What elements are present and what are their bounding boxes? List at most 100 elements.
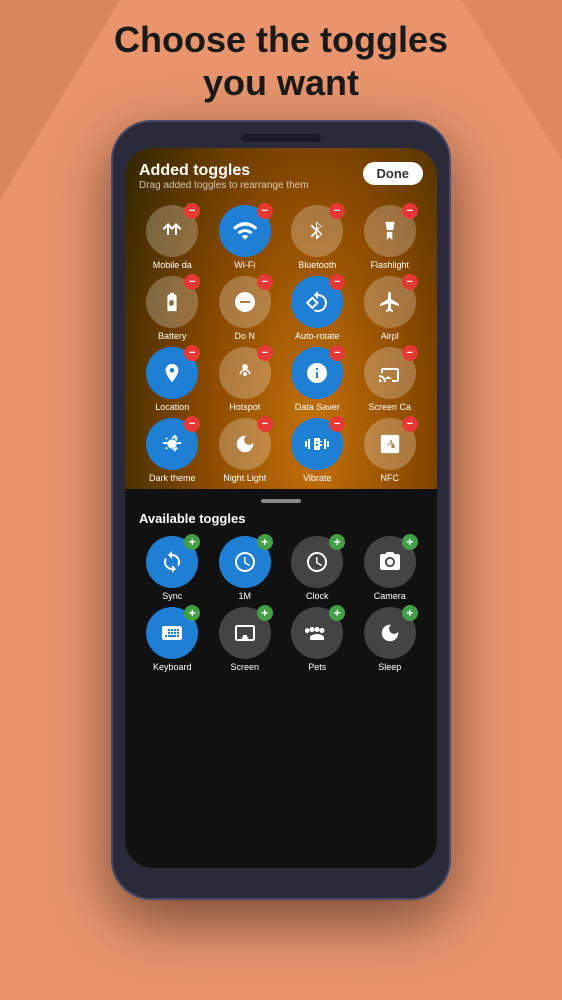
avail-screen[interactable]: + Screen	[212, 607, 279, 672]
toggle-label-hotspot: Hotspot	[229, 402, 260, 412]
minus-badge: −	[184, 345, 200, 361]
phone-notch	[241, 134, 321, 142]
avail-label-keyboard: Keyboard	[153, 662, 192, 672]
headline: Choose the toggles you want	[0, 0, 562, 120]
toggle-battery[interactable]: − Battery	[139, 276, 206, 341]
minus-badge: −	[257, 345, 273, 361]
available-section: Available toggles + Sync	[125, 489, 437, 868]
done-button[interactable]: Done	[363, 162, 424, 185]
plus-badge: +	[329, 534, 345, 550]
toggle-airplane[interactable]: − Airpl	[357, 276, 424, 341]
plus-badge: +	[402, 534, 418, 550]
avail-sync[interactable]: + Sync	[139, 536, 206, 601]
plus-badge: +	[329, 605, 345, 621]
toggle-label-battery: Battery	[158, 331, 187, 341]
added-toggles-grid: − Mobile da − Wi-Fi	[139, 205, 423, 483]
toggle-circle-flashlight: −	[364, 205, 416, 257]
toggle-label-nfc: NFC	[381, 473, 400, 483]
avail-clock[interactable]: + Clock	[284, 536, 351, 601]
toggle-circle-autorotate: −	[291, 276, 343, 328]
toggle-autorotate[interactable]: − Auto-rotate	[284, 276, 351, 341]
added-subtitle: Drag added toggles to rearrange them	[139, 180, 309, 191]
avail-label-paw: Pets	[308, 662, 326, 672]
toggle-label-wifi: Wi-Fi	[234, 260, 255, 270]
toggle-darktheme[interactable]: − Dark theme	[139, 418, 206, 483]
minus-badge: −	[257, 274, 273, 290]
toggle-label-dnd: Do N	[234, 331, 255, 341]
toggle-vibrate[interactable]: − Vibrate	[284, 418, 351, 483]
toggle-flashlight[interactable]: − Flashlight	[357, 205, 424, 270]
avail-circle-screen: +	[219, 607, 271, 659]
avail-label-clock: Clock	[306, 591, 329, 601]
toggle-circle-datasaver: −	[291, 347, 343, 399]
toggle-wifi[interactable]: − Wi-Fi	[212, 205, 279, 270]
avail-label-camera: Camera	[374, 591, 406, 601]
toggle-circle-mobile-data: −	[146, 205, 198, 257]
toggle-location[interactable]: − Location	[139, 347, 206, 412]
toggle-mobile-data[interactable]: − Mobile da	[139, 205, 206, 270]
added-header: Added toggles Drag added toggles to rear…	[139, 162, 423, 201]
toggle-nfc[interactable]: − NFC	[357, 418, 424, 483]
toggle-hotspot[interactable]: − Hotspot	[212, 347, 279, 412]
avail-circle-sync: +	[146, 536, 198, 588]
avail-circle-clock: +	[291, 536, 343, 588]
screen-content: Added toggles Drag added toggles to rear…	[125, 148, 437, 868]
minus-badge: −	[402, 203, 418, 219]
toggle-circle-airplane: −	[364, 276, 416, 328]
added-section: Added toggles Drag added toggles to rear…	[125, 148, 437, 489]
available-toggles-grid: + Sync + 1M	[139, 536, 423, 672]
toggle-label-datasaver: Data Saver	[295, 402, 340, 412]
avail-camera[interactable]: + Camera	[357, 536, 424, 601]
plus-badge: +	[184, 534, 200, 550]
toggle-label-flashlight: Flashlight	[370, 260, 409, 270]
added-title: Added toggles	[139, 162, 309, 180]
toggle-label-autorotate: Auto-rotate	[295, 331, 340, 341]
minus-badge: −	[257, 416, 273, 432]
toggle-label-mobile-data: Mobile da	[153, 260, 192, 270]
toggle-circle-darktheme: −	[146, 418, 198, 470]
toggle-bluetooth[interactable]: − Bluetooth	[284, 205, 351, 270]
minus-badge: −	[329, 345, 345, 361]
toggle-circle-nfc: −	[364, 418, 416, 470]
toggle-circle-dnd: −	[219, 276, 271, 328]
toggle-circle-hotspot: −	[219, 347, 271, 399]
avail-circle-paw: +	[291, 607, 343, 659]
minus-badge: −	[184, 203, 200, 219]
toggle-label-airplane: Airpl	[381, 331, 399, 341]
added-title-group: Added toggles Drag added toggles to rear…	[139, 162, 309, 201]
minus-badge: −	[257, 203, 273, 219]
minus-badge: −	[329, 416, 345, 432]
toggle-circle-screencast: −	[364, 347, 416, 399]
avail-keyboard[interactable]: + Keyboard	[139, 607, 206, 672]
avail-circle-sleep: +	[364, 607, 416, 659]
toggle-circle-nightlight: −	[219, 418, 271, 470]
toggle-datasaver[interactable]: − Data Saver	[284, 347, 351, 412]
toggle-label-bluetooth: Bluetooth	[298, 260, 336, 270]
phone-wrapper: Added toggles Drag added toggles to rear…	[0, 120, 562, 900]
avail-label-sleep: Sleep	[378, 662, 401, 672]
avail-paw[interactable]: + Pets	[284, 607, 351, 672]
avail-circle-keyboard: +	[146, 607, 198, 659]
plus-badge: +	[402, 605, 418, 621]
minus-badge: −	[402, 274, 418, 290]
avail-label-sync: Sync	[162, 591, 182, 601]
minus-badge: −	[184, 416, 200, 432]
headline-text: Choose the toggles you want	[0, 18, 562, 104]
avail-label-screen: Screen	[230, 662, 259, 672]
toggle-label-nightlight: Night Light	[223, 473, 266, 483]
toggle-label-darktheme: Dark theme	[149, 473, 196, 483]
avail-circle-1m: +	[219, 536, 271, 588]
phone-frame: Added toggles Drag added toggles to rear…	[111, 120, 451, 900]
toggle-circle-vibrate: −	[291, 418, 343, 470]
phone-screen: Added toggles Drag added toggles to rear…	[125, 148, 437, 868]
toggle-circle-wifi: −	[219, 205, 271, 257]
toggle-dnd[interactable]: − Do N	[212, 276, 279, 341]
avail-1m[interactable]: + 1M	[212, 536, 279, 601]
toggle-nightlight[interactable]: − Night Light	[212, 418, 279, 483]
avail-circle-camera: +	[364, 536, 416, 588]
minus-badge: −	[329, 274, 345, 290]
toggle-screencast[interactable]: − Screen Ca	[357, 347, 424, 412]
toggle-circle-bluetooth: −	[291, 205, 343, 257]
plus-badge: +	[184, 605, 200, 621]
avail-sleep[interactable]: + Sleep	[357, 607, 424, 672]
